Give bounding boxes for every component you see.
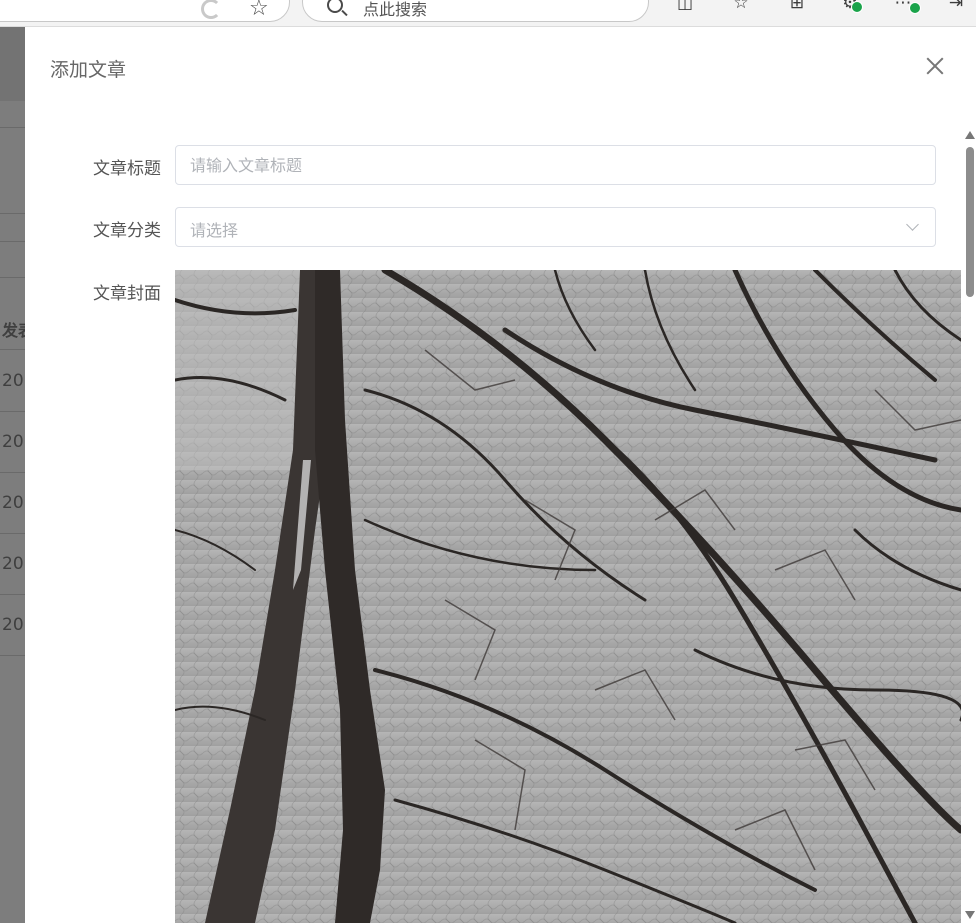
- article-cover-label: 文章封面: [93, 284, 161, 304]
- table-header-cell: 发表: [2, 321, 25, 340]
- share-icon[interactable]: ⇥: [946, 0, 966, 12]
- chevron-down-icon: [906, 218, 919, 231]
- scrollbar[interactable]: [962, 127, 976, 923]
- table-cell: 20: [2, 615, 24, 635]
- article-cover-image[interactable]: [175, 270, 961, 923]
- select-placeholder: 请选择: [190, 221, 239, 240]
- favorites-list-icon[interactable]: ☆: [731, 0, 751, 12]
- divider: [0, 472, 25, 473]
- article-category-select[interactable]: 请选择: [175, 207, 936, 247]
- update-badge: [909, 2, 921, 14]
- scroll-down-icon[interactable]: [965, 911, 975, 919]
- add-article-drawer: 添加文章 文章标题 文章分类 请选择 文章封面: [25, 27, 976, 923]
- divider: [0, 241, 25, 242]
- divider: [0, 655, 25, 656]
- drawer-title: 添加文章: [50, 59, 127, 81]
- browser-search-box[interactable]: 点此搜索: [302, 0, 649, 22]
- browser-toolbar: ☆ 点此搜索 ◫ ☆ ⊞ ⚙ ⋯ ⇥: [0, 0, 976, 27]
- article-title-label: 文章标题: [93, 159, 161, 179]
- favorite-star-icon[interactable]: ☆: [249, 0, 269, 20]
- article-category-label: 文章分类: [93, 221, 161, 241]
- table-cell: 20: [2, 371, 24, 391]
- collections-icon[interactable]: ⊞: [787, 0, 807, 12]
- divider: [0, 533, 25, 534]
- divider: [0, 411, 25, 412]
- divider: [0, 594, 25, 595]
- close-icon[interactable]: [924, 55, 946, 77]
- divider: [0, 213, 25, 214]
- background-page: 发表 20 20 20 20 20: [0, 27, 25, 923]
- scroll-up-icon[interactable]: [965, 131, 975, 139]
- scrollbar-thumb[interactable]: [966, 147, 974, 297]
- address-bar[interactable]: ☆: [0, 0, 290, 22]
- article-title-input[interactable]: [175, 145, 936, 185]
- table-cell: 20: [2, 493, 24, 513]
- edge-icon: [201, 0, 221, 19]
- extension-status-badge: [851, 1, 863, 13]
- search-icon: [327, 0, 343, 13]
- divider: [0, 349, 25, 350]
- table-cell: 20: [2, 554, 24, 574]
- table-cell: 20: [2, 432, 24, 452]
- divider: [0, 127, 25, 128]
- divider: [0, 277, 25, 278]
- background-header: [0, 27, 25, 101]
- split-screen-icon[interactable]: ◫: [675, 0, 695, 12]
- search-placeholder: 点此搜索: [363, 0, 428, 19]
